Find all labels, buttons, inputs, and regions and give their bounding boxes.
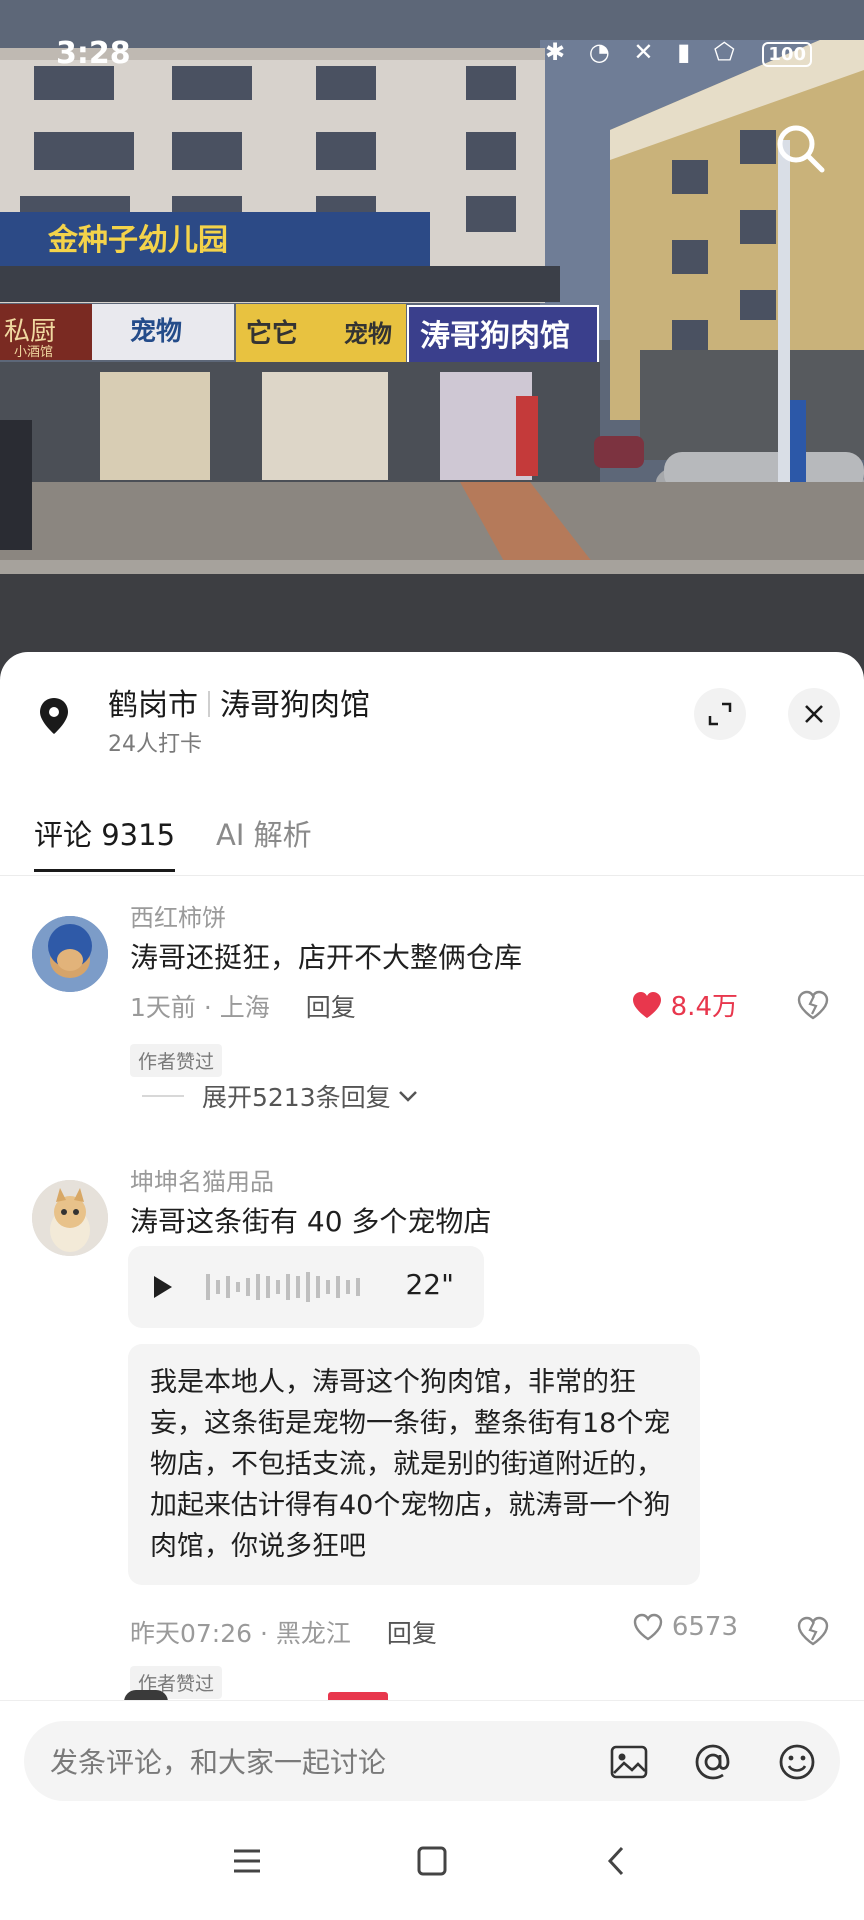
play-icon (154, 1276, 172, 1298)
search-icon[interactable] (772, 120, 828, 176)
5g-signal-icon: ▮ (677, 38, 699, 66)
shop3-sign: 宠物 (130, 316, 182, 347)
like-button[interactable]: 8.4万 (631, 986, 738, 1023)
like-count: 6573 (671, 1612, 738, 1642)
nfc-icon: ⬠ (713, 38, 743, 66)
dislike-icon[interactable] (796, 1614, 830, 1648)
shop5-sign: 涛哥狗肉馆 (420, 319, 570, 354)
emoji-icon[interactable] (776, 1741, 818, 1783)
shop1-subsign: 小酒馆 (14, 345, 53, 360)
menu-icon[interactable] (226, 1840, 268, 1882)
close-icon (805, 705, 823, 723)
battery-icon: 100 (762, 42, 812, 67)
author-liked-badge: 作者赞过 (130, 1044, 223, 1077)
voice-waveform (154, 1272, 360, 1302)
like-count: 8.4万 (670, 992, 738, 1022)
system-nav-bar (0, 1808, 864, 1920)
tab-bar: 评论 9315 AI 解析 (0, 802, 864, 876)
tab-comments[interactable]: 评论 9315 (34, 812, 176, 872)
dislike-icon[interactable] (796, 988, 830, 1022)
voice-duration: 22" (405, 1268, 454, 1301)
avatar-kitten-image (32, 1180, 108, 1256)
tab-ai-analysis[interactable]: AI 解析 (216, 812, 312, 854)
comment-input-placeholder: 发条评论，和大家一起讨论 (50, 1746, 387, 1779)
status-bar: 3:28 ✱ ◔ ✕ ▮ ⬠ 100 (0, 34, 864, 74)
shop1-sign: 私厨 (4, 317, 56, 347)
street-photo: 金种子幼儿园 私厨 小酒馆 宠物 它它 宠物 涛哥狗肉馆 3:28 ✱ ◔ ✕ … (0, 0, 864, 680)
reply-button[interactable]: 回复 (387, 1619, 437, 1648)
shop4-tail: 宠物 (344, 320, 392, 348)
location-title[interactable]: 鹤岗市 涛哥狗肉馆 (108, 680, 370, 724)
shop4-sign: 它它 (246, 318, 298, 349)
expand-button[interactable] (694, 688, 746, 740)
location-name: 涛哥狗肉馆 (220, 688, 370, 723)
comment-username[interactable]: 西红柿饼 (130, 898, 226, 933)
comment-text: 涛哥这条街有 40 多个宠物店 (130, 1205, 492, 1238)
avatar[interactable] (32, 916, 108, 992)
comment-username[interactable]: 坤坤名猫用品 (130, 1162, 274, 1197)
comment-meta: 昨天07:26 · 黑龙江 回复 (130, 1614, 437, 1650)
alarm-icon: ◔ (588, 38, 618, 66)
comment-item: 坤坤名猫用品 涛哥这条街有 40 多个宠物店 22" 我是本地人，涛哥这个狗肉馆… (0, 1148, 864, 1699)
heart-filled-icon (632, 991, 661, 1018)
divider (208, 691, 210, 717)
mute-icon: ✕ (633, 38, 662, 66)
voice-transcript: 我是本地人，涛哥这个狗肉馆，非常的狂妄，这条街是宠物一条街，整条街有18个宠物店… (128, 1344, 700, 1585)
avatar-cat-image (32, 916, 108, 992)
kindergarten-sign: 金种子幼儿园 (47, 223, 228, 258)
expand-icon (708, 702, 732, 726)
location-city: 鹤岗市 (108, 688, 198, 723)
status-icons: ✱ ◔ ✕ ▮ ⬠ 100 (545, 38, 812, 67)
reply-button[interactable]: 回复 (306, 993, 356, 1022)
close-button[interactable] (788, 688, 840, 740)
chevron-down-icon (398, 1091, 417, 1102)
comment-time-location: 1天前 · 上海 (130, 993, 270, 1022)
checkin-count: 24人打卡 (108, 732, 202, 757)
comment-composer: 发条评论，和大家一起讨论 (0, 1700, 864, 1808)
voice-message[interactable]: 22" (128, 1246, 484, 1328)
home-icon[interactable] (411, 1840, 453, 1882)
heart-outline-icon (633, 1613, 663, 1641)
expand-replies-label: 展开5213条回复 (202, 1083, 391, 1112)
location-header: 鹤岗市 涛哥狗肉馆 24人打卡 (0, 652, 864, 782)
comment-input[interactable]: 发条评论，和大家一起讨论 (24, 1721, 840, 1801)
status-time: 3:28 (56, 36, 131, 71)
image-icon[interactable] (608, 1741, 650, 1783)
divider-line (142, 1095, 184, 1097)
avatar[interactable] (32, 1180, 108, 1256)
back-icon[interactable] (596, 1840, 638, 1882)
street-photo-drawing: 金种子幼儿园 私厨 小酒馆 宠物 它它 宠物 涛哥狗肉馆 (0, 0, 864, 680)
comment-time-location: 昨天07:26 · 黑龙江 (130, 1619, 351, 1648)
like-button[interactable]: 6573 (632, 1612, 738, 1642)
comment-item: 西红柿饼 涛哥还挺狂，店开不大整俩仓库 1天前 · 上海 回复 8.4万 作者赞过 (0, 884, 864, 1077)
location-pin-icon (40, 698, 68, 734)
comment-text: 涛哥还挺狂，店开不大整俩仓库 (130, 941, 523, 974)
at-icon[interactable] (692, 1741, 734, 1783)
comment-meta: 1天前 · 上海 回复 (130, 988, 356, 1024)
bluetooth-icon: ✱ (544, 38, 574, 66)
expand-replies-button[interactable]: 展开5213条回复 (142, 1078, 419, 1114)
